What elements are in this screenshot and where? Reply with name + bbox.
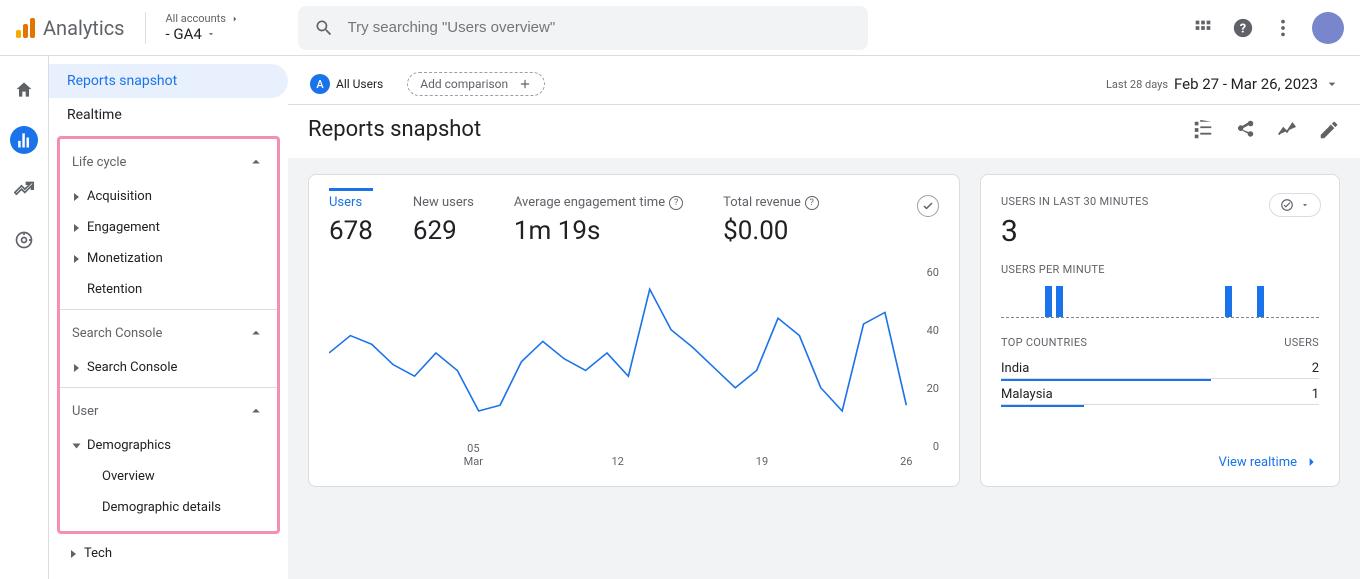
rail-reports[interactable] — [10, 126, 38, 154]
segment-chip[interactable]: A All Users — [308, 72, 395, 96]
filter-bar: A All Users Add comparison Last 28 days … — [288, 56, 1360, 105]
nav-rail — [0, 56, 48, 579]
sidebar-retention[interactable]: Retention — [60, 274, 277, 305]
overview-card: Users 678 New users 629 Average engageme… — [308, 174, 960, 487]
sidebar-tech[interactable]: Tech — [49, 538, 288, 569]
search-input[interactable] — [346, 18, 852, 37]
metric-avg-engagement[interactable]: Average engagement time ? 1m 19s — [514, 195, 683, 246]
account-label: All accounts — [166, 12, 226, 25]
users-per-minute-chart — [1001, 282, 1319, 318]
property-name: - GA4 — [166, 25, 202, 43]
countries-label: TOP COUNTRIES — [1001, 336, 1087, 349]
metric-users[interactable]: Users 678 — [329, 188, 373, 246]
metric-tabs: Users 678 New users 629 Average engageme… — [329, 195, 939, 246]
sidebar-search-console-item[interactable]: Search Console — [60, 352, 277, 383]
rail-home[interactable] — [10, 76, 38, 104]
country-row: India2 — [1001, 355, 1319, 379]
app-header: Analytics All accounts - GA4 ? — [0, 0, 1360, 56]
sidebar-demographics-overview[interactable]: Overview — [60, 461, 277, 492]
section-label: Search Console — [72, 326, 162, 341]
users-col-label: USERS — [1284, 336, 1319, 349]
section-label: User — [72, 404, 98, 419]
section-search-console[interactable]: Search Console — [60, 314, 277, 352]
section-label: Life cycle — [72, 155, 126, 170]
avatar[interactable] — [1312, 12, 1344, 44]
apps-icon[interactable] — [1192, 17, 1214, 39]
data-quality-icon[interactable] — [917, 195, 939, 217]
rail-explore[interactable] — [10, 176, 38, 204]
section-life-cycle[interactable]: Life cycle — [60, 143, 277, 181]
realtime-value: 3 — [1001, 214, 1319, 249]
page-actions — [1192, 119, 1340, 141]
add-comparison-button[interactable]: Add comparison — [407, 72, 545, 96]
help-icon[interactable]: ? — [805, 196, 819, 210]
date-range-picker[interactable]: Last 28 days Feb 27 - Mar 26, 2023 — [1106, 75, 1340, 93]
sidebar-acquisition[interactable]: Acquisition — [60, 181, 277, 212]
divider — [145, 12, 146, 44]
metric-new-users[interactable]: New users 629 — [413, 195, 474, 246]
sidebar-monetization[interactable]: Monetization — [60, 243, 277, 274]
realtime-card: USERS IN LAST 30 MINUTES 3 USERS PER MIN… — [980, 174, 1340, 487]
arrow-right-icon — [1303, 454, 1319, 470]
users-line-chart: 020406005Mar121926 — [329, 266, 939, 466]
chevron-up-icon — [247, 153, 265, 171]
product-name: Analytics — [43, 16, 125, 40]
search-icon — [314, 18, 334, 38]
page-header: Reports snapshot — [288, 105, 1360, 158]
search-bar[interactable] — [298, 6, 868, 50]
main-content: A All Users Add comparison Last 28 days … — [288, 56, 1360, 579]
caret-down-icon — [1300, 200, 1310, 210]
svg-text:?: ? — [1240, 21, 1246, 36]
customize-icon[interactable] — [1192, 119, 1214, 141]
data-quality-pill[interactable] — [1269, 193, 1321, 217]
rail-advertising[interactable] — [10, 226, 38, 254]
reports-sidebar: Reports snapshot Realtime Life cycle Acq… — [48, 56, 288, 579]
country-list: India2Malaysia1 — [1001, 355, 1319, 407]
chevron-right-icon — [230, 14, 240, 24]
help-icon[interactable]: ? — [669, 196, 683, 210]
insights-icon[interactable] — [1276, 119, 1298, 141]
share-icon[interactable] — [1234, 119, 1256, 141]
metric-total-revenue[interactable]: Total revenue ? $0.00 — [723, 195, 819, 246]
country-row: Malaysia1 — [1001, 381, 1319, 405]
sidebar-highlight: Life cycle Acquisition Engagement Moneti… — [57, 136, 280, 534]
sidebar-demographics[interactable]: Demographics — [60, 430, 277, 461]
edit-icon[interactable] — [1318, 119, 1340, 141]
product-logo[interactable]: Analytics — [16, 16, 125, 40]
view-realtime-link[interactable]: View realtime — [1219, 454, 1319, 470]
segment-badge: A — [310, 74, 330, 94]
caret-down-icon — [206, 29, 216, 39]
sidebar-realtime[interactable]: Realtime — [49, 98, 288, 132]
plus-icon — [518, 77, 532, 91]
header-actions: ? — [1192, 12, 1344, 44]
caret-down-icon — [1324, 76, 1340, 92]
chevron-up-icon — [247, 402, 265, 420]
account-selector[interactable]: All accounts - GA4 — [166, 12, 286, 43]
section-user[interactable]: User — [60, 392, 277, 430]
segment-name: All Users — [336, 77, 383, 91]
help-icon[interactable]: ? — [1232, 17, 1254, 39]
per-minute-label: USERS PER MINUTE — [1001, 263, 1319, 276]
chevron-up-icon — [247, 324, 265, 342]
sidebar-demographics-details[interactable]: Demographic details — [60, 492, 277, 523]
sidebar-engagement[interactable]: Engagement — [60, 212, 277, 243]
analytics-logo-icon — [16, 18, 35, 38]
sidebar-reports-snapshot[interactable]: Reports snapshot — [49, 64, 288, 98]
page-title: Reports snapshot — [308, 117, 481, 142]
more-icon[interactable] — [1272, 17, 1294, 39]
